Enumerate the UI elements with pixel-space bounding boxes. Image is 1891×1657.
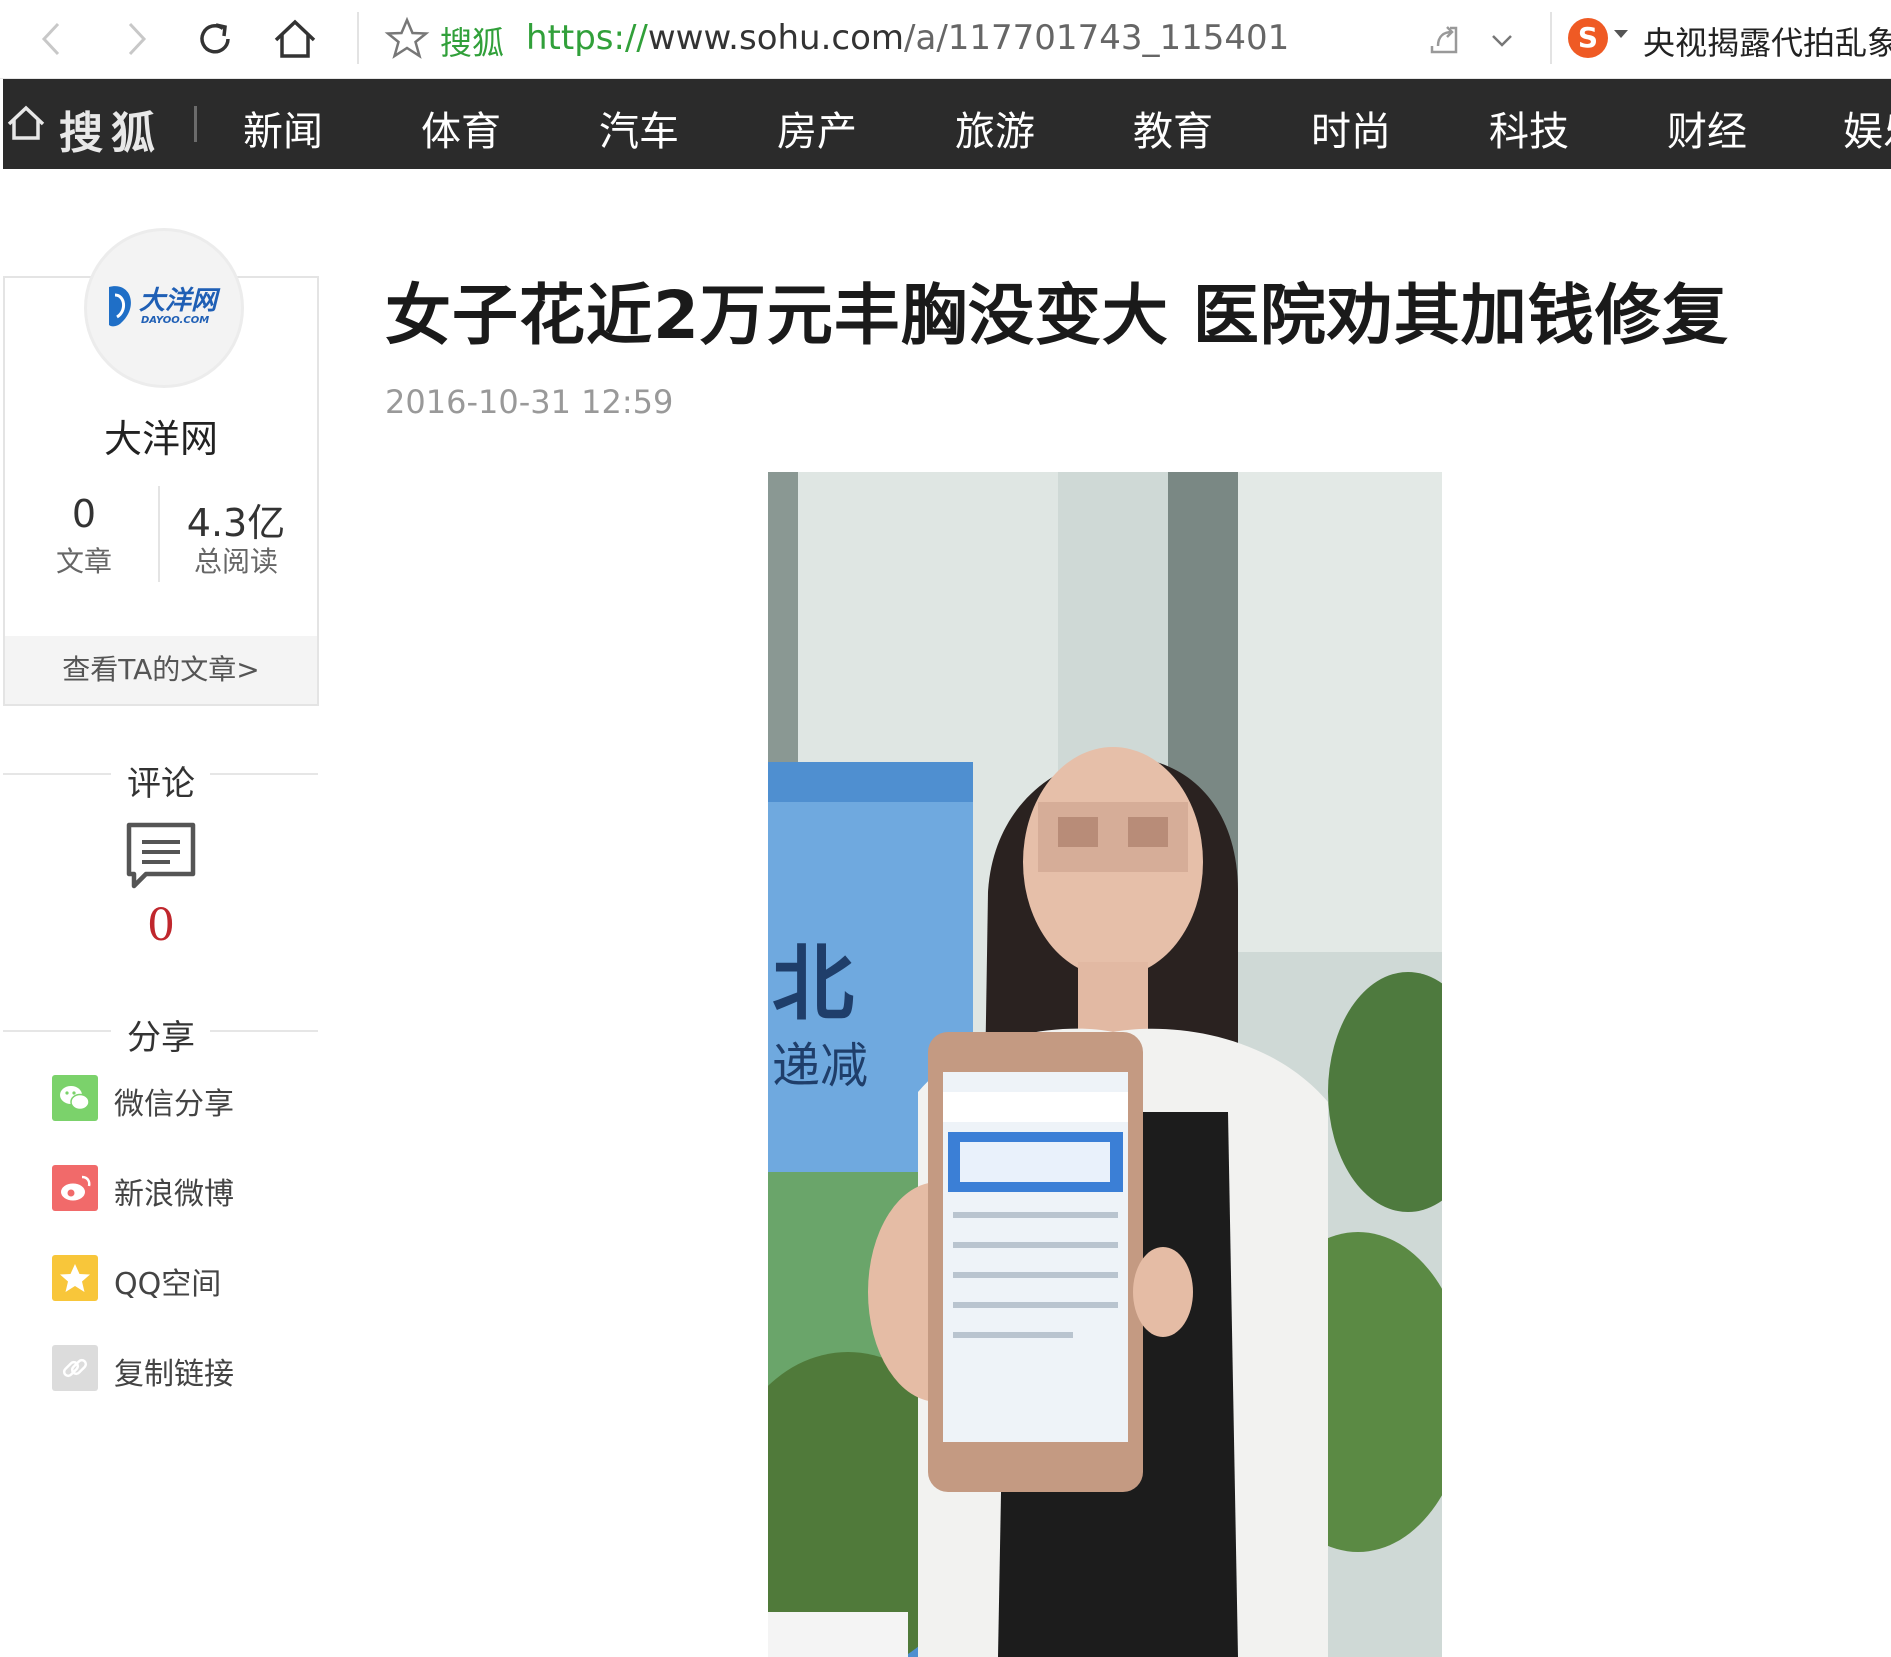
url-path: /a/117701743_115401 <box>904 18 1290 58</box>
articles-label: 文章 <box>55 545 112 578</box>
author-name[interactable]: 大洋网 <box>0 408 322 463</box>
total-reads-count: 4.3亿 <box>186 501 286 545</box>
weibo-icon <box>52 1165 98 1211</box>
sohu-logo[interactable]: 搜狐 <box>59 97 163 161</box>
stat-divider <box>158 486 160 582</box>
avatar-logo-subtext: DAYOO.COM <box>141 315 209 326</box>
share-title: 分享 <box>127 1018 195 1058</box>
total-reads-label: 总阅读 <box>193 545 278 578</box>
view-author-articles-link[interactable]: 查看TA的文章> <box>5 636 317 704</box>
nav-item-finance[interactable]: 财经 <box>1667 99 1747 157</box>
toolbar-separator <box>1550 12 1552 64</box>
svg-text:北: 北 <box>772 937 854 1032</box>
url-scheme: https:// <box>526 18 648 58</box>
article-photo-illustration: 北 递减 <box>768 472 1442 1657</box>
nav-item-entertainment[interactable]: 娱乐 <box>1843 99 1891 157</box>
site-name-label: 搜狐 <box>440 24 505 62</box>
comment-icon[interactable] <box>124 820 198 892</box>
article-title: 女子花近2万元丰胸没变大 医院劝其加钱修复 <box>385 277 1729 354</box>
article-date: 2016-10-31 12:59 <box>385 383 674 421</box>
nav-item-tech[interactable]: 科技 <box>1489 99 1569 157</box>
url-host: www.sohu.com <box>647 18 905 58</box>
site-nav-bar: 搜狐 新闻 体育 汽车 房产 旅游 教育 时尚 科技 财经 娱乐 <box>3 79 1891 169</box>
home-icon[interactable] <box>6 103 46 143</box>
copy-link-label: 复制链接 <box>114 1357 234 1392</box>
article-photo: 北 递减 <box>768 472 1442 1657</box>
comment-count[interactable]: 0 <box>0 900 322 951</box>
qzone-icon <box>52 1255 98 1301</box>
nav-item-realestate[interactable]: 房产 <box>777 99 857 157</box>
share-page-icon[interactable] <box>1420 16 1468 64</box>
toolbar-separator <box>357 12 359 64</box>
home-icon[interactable] <box>268 12 322 66</box>
nav-item-travel[interactable]: 旅游 <box>955 99 1035 157</box>
share-wechat-label: 微信分享 <box>114 1087 234 1122</box>
forward-icon[interactable] <box>108 12 162 66</box>
reload-icon[interactable] <box>188 12 242 66</box>
back-icon[interactable] <box>26 12 80 66</box>
browser-toolbar: 搜狐 https://www.sohu.com/a/117701743_1154… <box>0 0 1891 79</box>
link-icon <box>52 1345 98 1391</box>
search-suggestion[interactable]: 央视揭露代拍乱象 <box>1643 18 1891 64</box>
articles-count: 0 <box>71 492 97 536</box>
share-weibo-label: 新浪微博 <box>114 1177 234 1212</box>
sogou-icon[interactable]: S <box>1568 18 1608 58</box>
avatar-logo-text: 大洋网 <box>139 286 221 316</box>
dayoo-logo-icon: 大洋网 DAYOO.COM <box>109 286 221 327</box>
bookmark-star-icon[interactable] <box>382 14 432 64</box>
author-avatar[interactable]: 大洋网 DAYOO.COM <box>84 228 244 388</box>
nav-item-auto[interactable]: 汽车 <box>599 99 679 157</box>
nav-divider <box>194 106 197 142</box>
nav-item-sports[interactable]: 体育 <box>421 99 501 157</box>
chevron-down-icon[interactable] <box>1478 16 1526 64</box>
address-bar-url[interactable]: https://www.sohu.com/a/117701743_115401 <box>526 18 1289 58</box>
search-engine-caret-icon[interactable] <box>1614 30 1628 38</box>
comments-title: 评论 <box>127 764 195 804</box>
nav-item-news[interactable]: 新闻 <box>243 99 323 157</box>
share-qzone-label: QQ空间 <box>114 1267 222 1302</box>
nav-item-education[interactable]: 教育 <box>1133 99 1213 157</box>
nav-item-fashion[interactable]: 时尚 <box>1311 99 1391 157</box>
wechat-icon <box>52 1075 98 1121</box>
svg-text:递减: 递减 <box>772 1038 868 1094</box>
